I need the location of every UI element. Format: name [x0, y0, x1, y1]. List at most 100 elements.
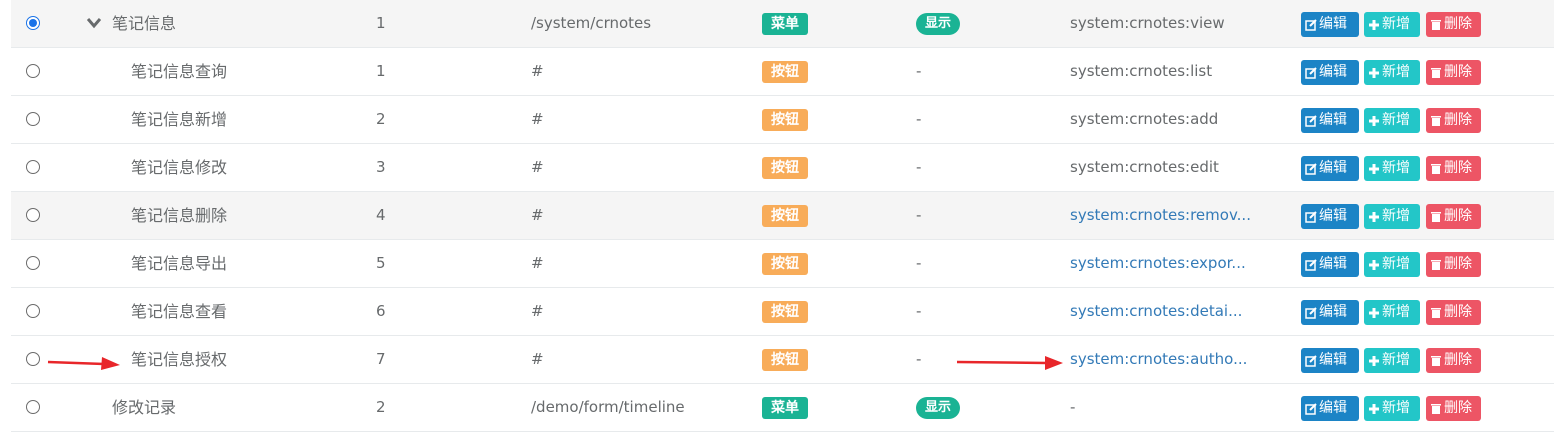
edit-label: 编辑	[1319, 16, 1347, 32]
visible-text: -	[916, 350, 922, 368]
add-button[interactable]: 新增	[1364, 252, 1420, 277]
add-button[interactable]: 新增	[1364, 348, 1420, 373]
menu-order: 1	[376, 14, 386, 32]
table-row[interactable]: 笔记信息新增 2 # 按钮 - system:crnotes:add 编辑 新增…	[11, 96, 1554, 144]
permission-link[interactable]: system:crnotes:expor...	[1070, 240, 1246, 287]
edit-button[interactable]: 编辑	[1301, 12, 1359, 37]
permission-text: system:crnotes:add	[1070, 110, 1219, 128]
menu-order: 5	[376, 254, 386, 272]
add-button[interactable]: 新增	[1364, 396, 1420, 421]
add-button[interactable]: 新增	[1364, 12, 1420, 37]
edit-button[interactable]: 编辑	[1301, 348, 1359, 373]
table-row[interactable]: 笔记信息导出 5 # 按钮 - system:crnotes:expor... …	[11, 240, 1554, 288]
permission-link[interactable]: system:crnotes:remov...	[1070, 192, 1251, 239]
table-row[interactable]: 笔记信息查询 1 # 按钮 - system:crnotes:list 编辑 新…	[11, 48, 1554, 96]
delete-button[interactable]: 删除	[1426, 156, 1481, 181]
add-button[interactable]: 新增	[1364, 60, 1420, 85]
menu-name: 笔记信息删除	[131, 206, 228, 225]
add-button[interactable]: 新增	[1364, 300, 1420, 325]
delete-button[interactable]: 删除	[1426, 348, 1481, 373]
plus-icon	[1369, 211, 1379, 222]
menu-name: 笔记信息查看	[131, 302, 228, 321]
edit-button[interactable]: 编辑	[1301, 60, 1359, 85]
delete-button[interactable]: 删除	[1426, 300, 1481, 325]
menu-url: #	[531, 158, 544, 176]
edit-label: 编辑	[1319, 352, 1347, 368]
menu-url: #	[531, 62, 544, 80]
visible-text: -	[916, 254, 922, 272]
row-select-radio[interactable]	[26, 64, 40, 78]
permission-text: system:crnotes:list	[1070, 62, 1213, 80]
chevron-down-icon[interactable]	[87, 17, 101, 29]
delete-button[interactable]: 删除	[1426, 252, 1481, 277]
permission-link[interactable]: system:crnotes:autho...	[1070, 336, 1247, 383]
delete-label: 删除	[1444, 208, 1472, 224]
add-button[interactable]: 新增	[1364, 204, 1420, 229]
delete-label: 删除	[1444, 16, 1472, 32]
button-type-badge: 按钮	[762, 60, 808, 83]
menu-url: #	[531, 110, 544, 128]
menu-url: /system/crnotes	[531, 14, 652, 32]
row-select-radio[interactable]	[26, 160, 40, 174]
trash-icon	[1431, 19, 1441, 30]
edit-button[interactable]: 编辑	[1301, 108, 1359, 133]
add-button[interactable]: 新增	[1364, 108, 1420, 133]
visible-text: -	[916, 206, 922, 224]
add-label: 新增	[1382, 352, 1410, 368]
edit-icon	[1305, 210, 1317, 223]
visible-text: -	[916, 110, 922, 128]
permission-text: system:crnotes:view	[1070, 14, 1225, 32]
delete-button[interactable]: 删除	[1426, 12, 1481, 37]
table-row[interactable]: 修改记录 2 /demo/form/timeline 菜单 显示 - 编辑 新增…	[11, 384, 1554, 432]
row-select-radio[interactable]	[26, 400, 40, 414]
delete-button[interactable]: 删除	[1426, 204, 1481, 229]
add-label: 新增	[1382, 256, 1410, 272]
edit-label: 编辑	[1319, 208, 1347, 224]
trash-icon	[1431, 403, 1441, 414]
edit-button[interactable]: 编辑	[1301, 156, 1359, 181]
visible-badge: 显示	[916, 396, 961, 419]
table-row[interactable]: 笔记信息 1 /system/crnotes 菜单 显示 system:crno…	[11, 0, 1554, 48]
table-row[interactable]: 笔记信息修改 3 # 按钮 - system:crnotes:edit 编辑 新…	[11, 144, 1554, 192]
visible-text: -	[916, 302, 922, 320]
edit-button[interactable]: 编辑	[1301, 252, 1359, 277]
add-label: 新增	[1382, 112, 1410, 128]
row-select-radio[interactable]	[26, 16, 40, 30]
plus-icon	[1369, 67, 1379, 78]
edit-button[interactable]: 编辑	[1301, 300, 1359, 325]
menu-url: #	[531, 302, 544, 320]
delete-button[interactable]: 删除	[1426, 60, 1481, 85]
menu-order: 7	[376, 350, 386, 368]
menu-name: 笔记信息新增	[131, 110, 228, 129]
row-select-radio[interactable]	[26, 304, 40, 318]
edit-button[interactable]: 编辑	[1301, 204, 1359, 229]
trash-icon	[1431, 307, 1441, 318]
edit-icon	[1305, 114, 1317, 127]
delete-label: 删除	[1444, 352, 1472, 368]
delete-button[interactable]: 删除	[1426, 396, 1481, 421]
row-select-radio[interactable]	[26, 112, 40, 126]
row-select-radio[interactable]	[26, 208, 40, 222]
edit-icon	[1305, 258, 1317, 271]
delete-button[interactable]: 删除	[1426, 108, 1481, 133]
menu-type-badge: 菜单	[762, 12, 808, 35]
edit-label: 编辑	[1319, 256, 1347, 272]
row-select-radio[interactable]	[26, 256, 40, 270]
trash-icon	[1431, 163, 1441, 174]
add-button[interactable]: 新增	[1364, 156, 1420, 181]
plus-icon	[1369, 259, 1379, 270]
edit-label: 编辑	[1319, 400, 1347, 416]
table-row[interactable]: 笔记信息删除 4 # 按钮 - system:crnotes:remov... …	[11, 192, 1554, 240]
menu-type-badge: 菜单	[762, 396, 808, 419]
table-row[interactable]: 笔记信息授权 7 # 按钮 - system:crnotes:autho... …	[11, 336, 1554, 384]
permission-link[interactable]: system:crnotes:detai...	[1070, 288, 1242, 335]
trash-icon	[1431, 211, 1441, 222]
edit-label: 编辑	[1319, 112, 1347, 128]
row-select-radio[interactable]	[26, 352, 40, 366]
button-type-badge: 按钮	[762, 300, 808, 323]
delete-label: 删除	[1444, 112, 1472, 128]
add-label: 新增	[1382, 208, 1410, 224]
edit-button[interactable]: 编辑	[1301, 396, 1359, 421]
table-row[interactable]: 笔记信息查看 6 # 按钮 - system:crnotes:detai... …	[11, 288, 1554, 336]
add-label: 新增	[1382, 304, 1410, 320]
